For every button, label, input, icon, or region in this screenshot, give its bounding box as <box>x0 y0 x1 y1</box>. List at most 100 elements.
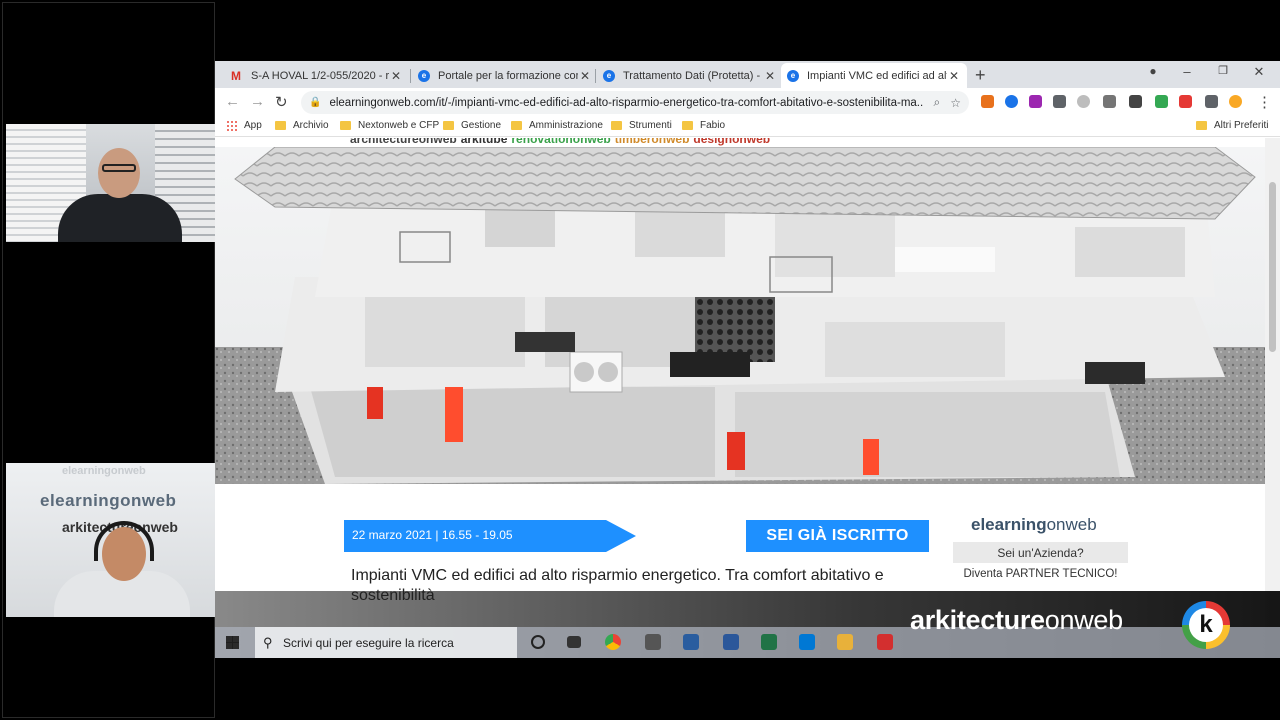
taskbar-search-placeholder: Scrivi qui per eseguire la ricerca <box>283 635 454 650</box>
elearning-e-icon: e <box>418 69 430 82</box>
bookmark-nextonweb[interactable]: Nextonweb e CFP <box>340 120 439 131</box>
more-menu-icon[interactable]: ⋮ <box>1257 93 1272 111</box>
profile-avatar-icon[interactable] <box>1229 95 1242 108</box>
url-text[interactable]: elearningonweb.com/it/-/impianti-vmc-ed-… <box>329 97 923 109</box>
logo-designonweb[interactable]: designonweb <box>693 138 770 146</box>
elearningonweb-logo[interactable]: elearningonweb <box>971 515 1097 535</box>
tab-separator <box>595 69 596 83</box>
bookmark-altri-preferiti[interactable]: Altri Preferiti <box>1196 120 1268 131</box>
tab-label: Portale per la formazione contin <box>438 69 578 82</box>
bookmark-label: Gestione <box>461 120 502 131</box>
chrome-icon[interactable] <box>605 634 621 650</box>
acrobat-icon[interactable] <box>877 634 893 650</box>
search-icon: ⚲ <box>263 635 273 650</box>
close-icon[interactable]: ✕ <box>763 69 777 83</box>
logo-timberonweb[interactable]: timberonweb <box>615 138 690 146</box>
folder-icon <box>511 121 522 130</box>
page-scrollbar[interactable] <box>1265 138 1280 658</box>
glasses <box>102 164 136 172</box>
extension-icon-9[interactable] <box>1179 95 1192 108</box>
participant-video-1[interactable] <box>6 124 215 242</box>
tab-separator <box>410 69 411 83</box>
tab-gmail[interactable]: M S-A HOVAL 1/2-055/2020 - ristru ✕ <box>223 63 409 88</box>
back-arrow-icon[interactable]: ← <box>225 93 240 110</box>
extension-icon-5[interactable] <box>1077 95 1090 108</box>
folder-icon <box>340 121 351 130</box>
bookmark-label: Nextonweb e CFP <box>358 120 440 131</box>
brand-k-letter: k <box>1189 608 1223 642</box>
become-partner-link[interactable]: Diventa PARTNER TECNICO! <box>953 568 1128 580</box>
event-date-text: 22 marzo 2021 | 16.55 - 19.05 <box>352 528 513 542</box>
forward-arrow-icon[interactable]: → <box>250 93 265 110</box>
new-tab-button[interactable]: + <box>975 65 986 86</box>
extension-icon-2[interactable] <box>1005 95 1018 108</box>
profile-menu-icon[interactable]: ● <box>1138 64 1168 78</box>
task-view-icon[interactable] <box>567 636 581 648</box>
extension-icon-7[interactable] <box>1129 95 1142 108</box>
bookmark-fabio[interactable]: Fabio <box>682 120 725 131</box>
screen: elearningonweb elearningonweb arkitectur… <box>0 0 1280 720</box>
bookmark-amministrazione[interactable]: Amministrazione <box>511 120 603 131</box>
file-explorer-icon[interactable] <box>837 634 853 650</box>
taskbar-app-icon-1[interactable] <box>645 634 661 650</box>
watermark-text: elearningonweb <box>62 465 146 477</box>
lock-icon: 🔒 <box>309 97 322 108</box>
bookmark-label: Altri Preferiti <box>1214 120 1269 131</box>
participant-head <box>98 148 140 198</box>
company-question-button[interactable]: Sei un'Azienda? <box>953 542 1128 563</box>
scrollbar-thumb[interactable] <box>1269 182 1276 352</box>
tab-impianti-vmc[interactable]: e Impianti VMC ed edifici ad alto r ✕ <box>781 63 967 88</box>
bookmark-star-icon[interactable]: ☆ <box>950 96 961 110</box>
excel-icon[interactable] <box>761 634 777 650</box>
network-logos: architectureonweb arkitube renovationonw… <box>350 138 770 146</box>
address-bar[interactable]: 🔒 elearningonweb.com/it/-/impianti-vmc-e… <box>301 91 969 114</box>
apps-grid-icon <box>226 120 237 131</box>
tab-portale[interactable]: e Portale per la formazione contin ✕ <box>412 63 598 88</box>
bookmark-gestione[interactable]: Gestione <box>443 120 501 131</box>
participant-body <box>58 194 182 242</box>
minimize-button[interactable]: – <box>1172 64 1202 79</box>
bookmark-app[interactable]: App <box>226 120 262 131</box>
logo-architectureonweb[interactable]: architectureonweb <box>350 138 457 146</box>
extension-icon-3[interactable] <box>1029 95 1042 108</box>
word-icon[interactable] <box>723 634 739 650</box>
extension-icon-1[interactable] <box>981 95 994 108</box>
folder-icon <box>443 121 454 130</box>
taskbar-app-icon-2[interactable] <box>683 634 699 650</box>
bookmark-label: Amministrazione <box>529 120 603 131</box>
restore-button[interactable]: ❐ <box>1208 64 1238 77</box>
tab-label: Trattamento Dati (Protetta) - eLe <box>623 69 763 82</box>
logo-part-light: onweb <box>1046 515 1097 534</box>
outlook-icon[interactable] <box>799 634 815 650</box>
participant-video-2[interactable]: elearningonweb elearningonweb arkitectur… <box>6 463 215 617</box>
tab-label: S-A HOVAL 1/2-055/2020 - ristru <box>251 69 389 82</box>
puzzle-extensions-icon[interactable] <box>1205 95 1218 108</box>
taskbar-search-box[interactable]: ⚲ Scrivi qui per eseguire la ricerca <box>255 627 517 658</box>
close-icon[interactable]: ✕ <box>578 69 592 83</box>
bookmark-archivio[interactable]: Archivio <box>275 120 329 131</box>
tab-trattamento-dati[interactable]: e Trattamento Dati (Protetta) - eLe ✕ <box>597 63 783 88</box>
close-icon[interactable]: ✕ <box>947 69 961 83</box>
browser-window: M S-A HOVAL 1/2-055/2020 - ristru ✕ e Po… <box>215 61 1280 658</box>
cortana-icon[interactable] <box>531 635 545 649</box>
brand-light: onweb <box>1044 605 1123 635</box>
close-icon[interactable]: ✕ <box>389 69 403 83</box>
elearning-e-icon: e <box>603 69 615 82</box>
zoom-icon[interactable]: ⌕ <box>934 95 941 110</box>
already-registered-button[interactable]: SEI GIÀ ISCRITTO <box>746 520 929 552</box>
extension-icon-6[interactable] <box>1103 95 1116 108</box>
tab-label: Impianti VMC ed edifici ad alto r <box>807 69 947 82</box>
extension-icon-4[interactable] <box>1053 95 1066 108</box>
windows-start-icon[interactable] <box>226 636 239 649</box>
bookmark-label: Fabio <box>700 120 726 131</box>
close-window-button[interactable]: ✕ <box>1244 64 1274 80</box>
reload-icon[interactable]: ↻ <box>275 93 288 111</box>
logo-renovationonweb[interactable]: renovationonweb <box>511 138 610 146</box>
bookmark-strumenti[interactable]: Strumenti <box>611 120 672 131</box>
bookmarks-bar: App Archivio Nextonweb e CFP Gestione Am… <box>215 117 1280 137</box>
gmail-icon: M <box>231 68 241 83</box>
event-date-wrapper: 22 marzo 2021 | 16.55 - 19.05 <box>344 520 636 552</box>
extension-icon-8[interactable] <box>1155 95 1168 108</box>
folder-icon <box>275 121 286 130</box>
logo-arkitube[interactable]: arkitube <box>461 138 508 146</box>
